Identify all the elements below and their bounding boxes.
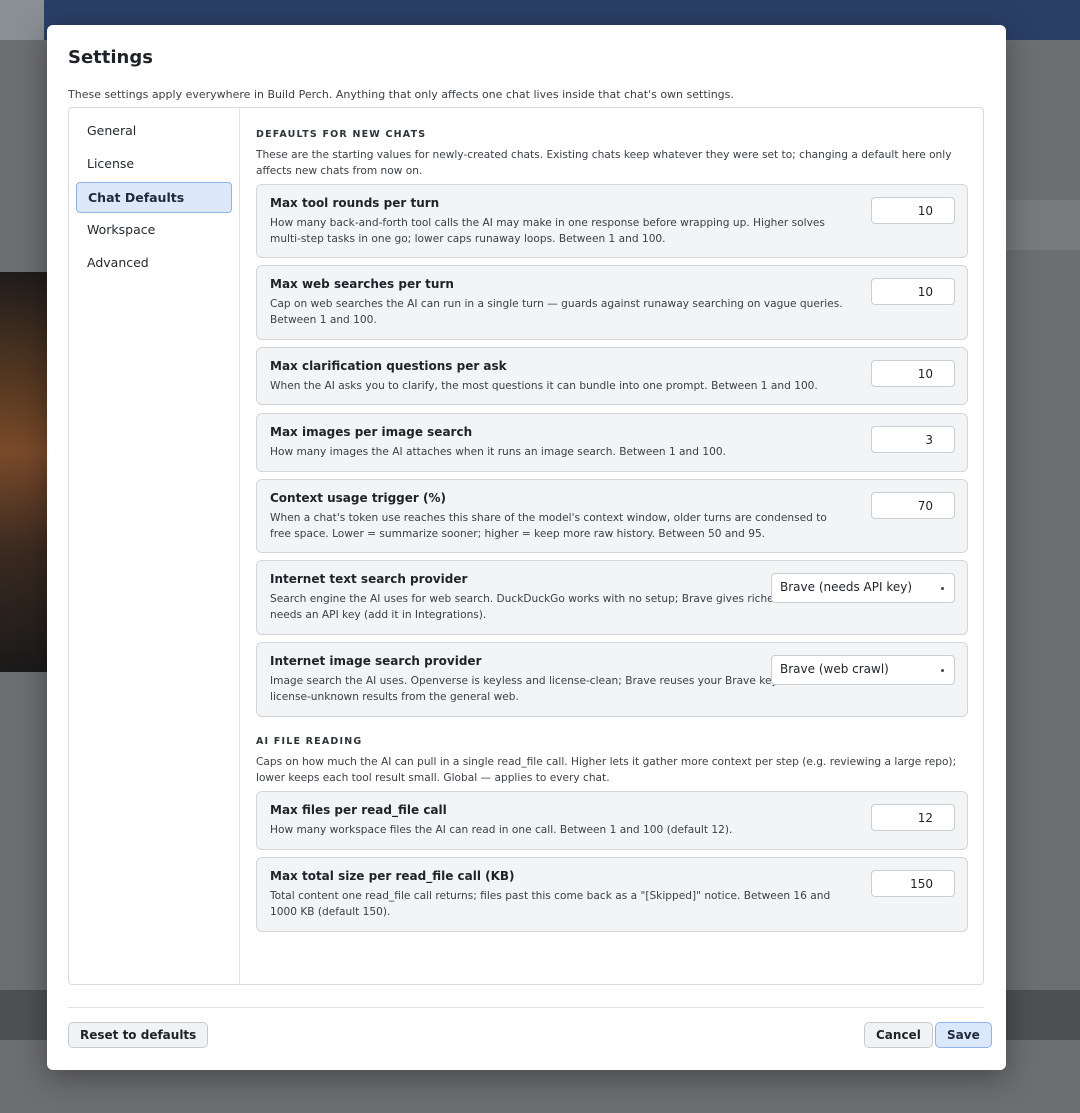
- setting-max-images-per-search: Max images per image search How many ima…: [256, 413, 968, 472]
- nav-item-license[interactable]: License: [76, 149, 232, 180]
- setting-max-web-searches: Max web searches per turn Cap on web sea…: [256, 265, 968, 340]
- nav-item-advanced[interactable]: Advanced: [76, 248, 232, 279]
- setting-title: Max images per image search: [270, 425, 473, 439]
- settings-dialog: Settings These settings apply everywhere…: [47, 25, 1006, 1070]
- max-web-searches-input[interactable]: [871, 278, 955, 305]
- setting-max-clarification-questions: Max clarification questions per ask When…: [256, 347, 968, 405]
- setting-text-search-provider: Internet text search provider Search eng…: [256, 560, 968, 635]
- max-images-per-search-input[interactable]: [871, 426, 955, 453]
- setting-title: Internet text search provider: [270, 572, 468, 586]
- setting-max-total-size-per-read: Max total size per read_file call (KB) T…: [256, 857, 968, 932]
- section-description-new-chats: These are the starting values for newly-…: [256, 149, 952, 177]
- dialog-subtitle: These settings apply everywhere in Build…: [68, 88, 734, 101]
- section-heading-file-reading: AI FILE READING: [256, 736, 363, 747]
- setting-description: Total content one read_file call returns…: [270, 890, 831, 918]
- setting-title: Internet image search provider: [270, 654, 482, 668]
- setting-description: Cap on web searches the AI can run in a …: [270, 298, 843, 326]
- context-usage-trigger-input[interactable]: [871, 492, 955, 519]
- background-image: [0, 272, 48, 672]
- setting-title: Max tool rounds per turn: [270, 196, 440, 210]
- setting-description: How many workspace files the AI can read…: [270, 824, 733, 836]
- save-button[interactable]: Save: [935, 1022, 992, 1048]
- setting-description: When the AI asks you to clarify, the mos…: [270, 380, 818, 392]
- dropdown-caret-icon: [941, 669, 944, 672]
- setting-image-search-provider: Internet image search provider Image sea…: [256, 642, 968, 717]
- section-description-file-reading: Caps on how much the AI can pull in a si…: [256, 756, 957, 784]
- setting-context-usage-trigger: Context usage trigger (%) When a chat's …: [256, 479, 968, 553]
- section-heading-new-chats: DEFAULTS FOR NEW CHATS: [256, 129, 427, 140]
- background-tab: [0, 0, 44, 40]
- setting-title: Max files per read_file call: [270, 803, 447, 817]
- setting-description: How many images the AI attaches when it …: [270, 446, 726, 458]
- select-value: Brave (needs API key): [780, 580, 913, 594]
- dropdown-caret-icon: [941, 587, 944, 590]
- background-panel: [1006, 200, 1080, 250]
- setting-title: Max web searches per turn: [270, 277, 454, 291]
- dialog-title: Settings: [68, 47, 153, 68]
- setting-title: Max total size per read_file call (KB): [270, 869, 515, 883]
- nav-item-workspace[interactable]: Workspace: [76, 215, 232, 246]
- settings-nav: General License Chat Defaults Workspace …: [69, 108, 240, 984]
- select-value: Brave (web crawl): [780, 662, 889, 676]
- max-clarification-questions-input[interactable]: [871, 360, 955, 387]
- footer-divider: [68, 1007, 984, 1008]
- cancel-button[interactable]: Cancel: [864, 1022, 933, 1048]
- nav-item-chat-defaults[interactable]: Chat Defaults: [76, 182, 232, 213]
- setting-description: When a chat's token use reaches this sha…: [270, 512, 827, 540]
- nav-item-general[interactable]: General: [76, 116, 232, 147]
- setting-max-tool-rounds: Max tool rounds per turn How many back-a…: [256, 184, 968, 258]
- setting-title: Max clarification questions per ask: [270, 359, 507, 373]
- setting-description: Search engine the AI uses for web search…: [270, 593, 838, 621]
- setting-description: Image search the AI uses. Openverse is k…: [270, 675, 843, 703]
- settings-panel: General License Chat Defaults Workspace …: [68, 107, 984, 985]
- setting-max-files-per-read: Max files per read_file call How many wo…: [256, 791, 968, 850]
- image-search-provider-select[interactable]: Brave (web crawl): [771, 655, 955, 685]
- setting-description: How many back-and-forth tool calls the A…: [270, 217, 825, 245]
- max-tool-rounds-input[interactable]: [871, 197, 955, 224]
- max-files-per-read-input[interactable]: [871, 804, 955, 831]
- text-search-provider-select[interactable]: Brave (needs API key): [771, 573, 955, 603]
- max-total-size-per-read-input[interactable]: [871, 870, 955, 897]
- reset-to-defaults-button[interactable]: Reset to defaults: [68, 1022, 209, 1048]
- setting-title: Context usage trigger (%): [270, 491, 446, 505]
